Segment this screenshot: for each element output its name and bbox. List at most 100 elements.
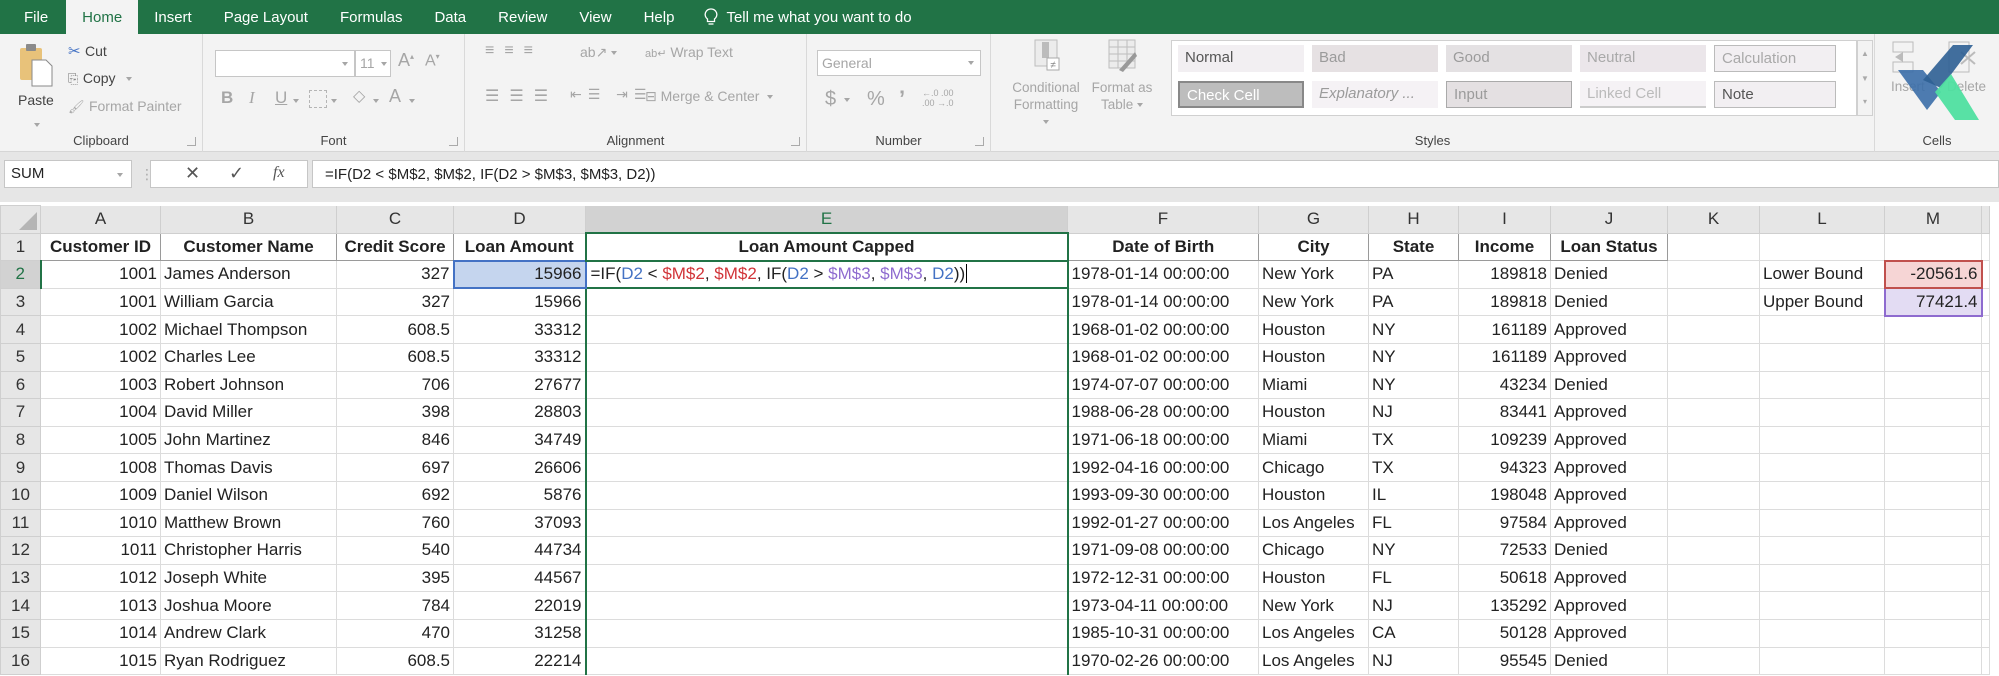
empty-cell[interactable] bbox=[1884, 591, 1982, 620]
data-cell[interactable]: 1004 bbox=[40, 398, 161, 427]
empty-cell[interactable] bbox=[1981, 563, 1990, 593]
orientation-button[interactable]: ab↗ bbox=[580, 44, 618, 61]
data-cell[interactable]: 1968-01-02 00:00:00 bbox=[1067, 342, 1259, 372]
data-cell[interactable]: Houston bbox=[1258, 563, 1369, 593]
header-cell[interactable]: Income bbox=[1458, 232, 1551, 262]
data-cell[interactable]: Ryan Rodriguez bbox=[160, 646, 337, 676]
percent-button[interactable]: % bbox=[867, 88, 885, 111]
column-header-d[interactable]: D bbox=[453, 205, 586, 234]
empty-cell[interactable] bbox=[1759, 591, 1885, 620]
data-cell[interactable]: 37093 bbox=[453, 508, 586, 538]
select-all-corner[interactable] bbox=[0, 205, 41, 234]
empty-cell[interactable] bbox=[1884, 315, 1982, 344]
data-cell[interactable]: 1992-01-27 00:00:00 bbox=[1067, 508, 1259, 538]
data-cell[interactable] bbox=[584, 287, 1069, 317]
empty-cell[interactable] bbox=[1759, 646, 1885, 676]
gallery-expand-icon[interactable]: ▾ bbox=[1858, 91, 1872, 113]
empty-cell[interactable] bbox=[1667, 260, 1760, 289]
data-cell[interactable]: Charles Lee bbox=[160, 342, 337, 372]
empty-cell[interactable] bbox=[1981, 287, 1990, 317]
column-header-f[interactable]: F bbox=[1067, 205, 1259, 234]
empty-cell[interactable] bbox=[1759, 315, 1885, 344]
column-header-a[interactable]: A bbox=[40, 205, 161, 234]
data-cell[interactable]: 1010 bbox=[40, 508, 161, 538]
data-cell[interactable]: 1978-01-14 00:00:00 bbox=[1067, 287, 1259, 317]
empty-cell[interactable] bbox=[1884, 342, 1982, 372]
format-as-table-button[interactable]: Format as Table bbox=[1087, 38, 1157, 118]
styles-gallery-scrollbar[interactable]: ▲ ▼ ▾ bbox=[1857, 40, 1873, 116]
data-cell[interactable]: 161189 bbox=[1458, 342, 1551, 372]
data-cell[interactable]: 1970-02-26 00:00:00 bbox=[1067, 646, 1259, 676]
empty-cell[interactable] bbox=[1981, 260, 1990, 289]
data-cell[interactable]: New York bbox=[1258, 591, 1369, 620]
empty-cell[interactable] bbox=[1667, 453, 1760, 482]
header-cell[interactable]: State bbox=[1368, 232, 1459, 262]
tab-page-layout[interactable]: Page Layout bbox=[208, 0, 324, 34]
clipboard-launcher-icon[interactable] bbox=[187, 137, 196, 146]
data-cell[interactable]: 189818 bbox=[1458, 260, 1551, 289]
data-cell[interactable]: 109239 bbox=[1458, 425, 1551, 455]
currency-button[interactable]: $ bbox=[825, 88, 850, 111]
empty-cell[interactable] bbox=[1981, 536, 1990, 565]
style-linked-cell[interactable]: Linked Cell bbox=[1580, 81, 1706, 108]
tab-data[interactable]: Data bbox=[418, 0, 482, 34]
empty-cell[interactable] bbox=[1981, 315, 1990, 344]
row-header[interactable]: 9 bbox=[0, 453, 41, 482]
bold-button[interactable]: B bbox=[221, 88, 233, 108]
data-cell[interactable]: PA bbox=[1368, 287, 1459, 317]
empty-cell[interactable] bbox=[1981, 480, 1990, 510]
column-header-m[interactable]: M bbox=[1884, 205, 1982, 234]
row-header[interactable]: 14 bbox=[0, 591, 41, 620]
column-header-k[interactable]: K bbox=[1667, 205, 1760, 234]
data-cell[interactable]: 22214 bbox=[453, 646, 586, 676]
font-color-button[interactable]: A bbox=[389, 86, 401, 107]
data-cell[interactable] bbox=[584, 480, 1069, 510]
data-cell[interactable]: Approved bbox=[1550, 398, 1668, 427]
row-header[interactable]: 15 bbox=[0, 618, 41, 648]
row-header[interactable]: 2 bbox=[0, 260, 42, 289]
empty-cell[interactable] bbox=[1667, 232, 1760, 262]
upper-bound-label[interactable]: Upper Bound bbox=[1759, 287, 1885, 317]
header-cell[interactable]: Loan Amount bbox=[453, 232, 586, 262]
header-cell[interactable]: Credit Score bbox=[336, 232, 454, 262]
data-cell[interactable]: 692 bbox=[336, 480, 454, 510]
data-cell[interactable]: TX bbox=[1368, 453, 1459, 482]
tab-review[interactable]: Review bbox=[482, 0, 563, 34]
empty-cell[interactable] bbox=[1884, 453, 1982, 482]
empty-cell[interactable] bbox=[1759, 453, 1885, 482]
data-cell[interactable]: Denied bbox=[1550, 536, 1668, 565]
empty-cell[interactable] bbox=[1667, 370, 1760, 400]
data-cell[interactable] bbox=[584, 453, 1069, 482]
row-header[interactable]: 8 bbox=[0, 425, 41, 455]
data-cell[interactable]: James Anderson bbox=[160, 260, 337, 289]
data-cell[interactable]: 72533 bbox=[1458, 536, 1551, 565]
data-cell[interactable] bbox=[584, 591, 1069, 620]
data-cell[interactable]: 1985-10-31 00:00:00 bbox=[1067, 618, 1259, 648]
data-cell[interactable]: NY bbox=[1368, 315, 1459, 344]
header-cell[interactable]: Loan Status bbox=[1550, 232, 1668, 262]
data-cell[interactable]: 94323 bbox=[1458, 453, 1551, 482]
data-cell[interactable]: 50128 bbox=[1458, 618, 1551, 648]
conditional-formatting-button[interactable]: ≠ Conditional Formatting bbox=[1011, 38, 1081, 125]
style-explanatory[interactable]: Explanatory ... bbox=[1312, 81, 1438, 108]
data-cell[interactable]: 540 bbox=[336, 536, 454, 565]
name-box[interactable]: SUM bbox=[4, 160, 132, 188]
row-header[interactable]: 12 bbox=[0, 536, 41, 565]
grow-font-button[interactable]: A▴ bbox=[398, 50, 414, 71]
data-cell[interactable]: Approved bbox=[1550, 618, 1668, 648]
data-cell[interactable]: 135292 bbox=[1458, 591, 1551, 620]
data-cell[interactable]: NY bbox=[1368, 536, 1459, 565]
empty-cell[interactable] bbox=[1981, 453, 1990, 482]
data-cell[interactable]: 97584 bbox=[1458, 508, 1551, 538]
decimal-buttons[interactable]: ←.0 .00.00 →.0 bbox=[922, 88, 982, 108]
comma-style-button[interactable]: ’ bbox=[899, 86, 905, 112]
data-cell[interactable]: NJ bbox=[1368, 646, 1459, 676]
column-header-e[interactable]: E bbox=[585, 205, 1068, 235]
data-cell[interactable]: 5876 bbox=[453, 480, 586, 510]
data-cell[interactable]: Matthew Brown bbox=[160, 508, 337, 538]
font-name-dropdown[interactable] bbox=[215, 50, 355, 77]
empty-cell[interactable] bbox=[1759, 508, 1885, 538]
format-painter-button[interactable]: 🖌 Format Painter bbox=[68, 98, 182, 116]
data-cell[interactable]: Christopher Harris bbox=[160, 536, 337, 565]
tab-help[interactable]: Help bbox=[628, 0, 691, 34]
